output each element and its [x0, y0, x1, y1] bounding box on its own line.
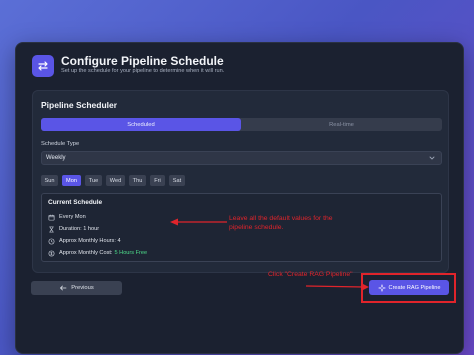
schedule-type-value: Weekly: [46, 155, 66, 161]
arrow-left-icon: [60, 285, 67, 291]
previous-button[interactable]: Previous: [31, 281, 122, 295]
schedule-mode-toggle: Scheduled Real-time: [41, 118, 442, 131]
schedule-type-select[interactable]: Weekly: [41, 151, 442, 165]
day-tue[interactable]: Tue: [85, 175, 102, 186]
create-button-highlight: [361, 273, 456, 303]
annotation-default-values: Leave all the default values for the pip…: [229, 215, 333, 231]
schedule-type-label: Schedule Type: [41, 141, 80, 147]
tab-real-time[interactable]: Real-time: [241, 118, 442, 131]
page-subtitle: Set up the schedule for your pipeline to…: [61, 68, 225, 74]
schedule-cost-row: Approx Monthly Cost: 5 Hours Free: [48, 249, 147, 257]
schedule-cost-value: 5 Hours Free: [114, 250, 148, 256]
hourglass-icon: [49, 226, 54, 232]
schedule-every-row: Every Mon: [48, 213, 86, 221]
pipeline-schedule-dialog: Configure Pipeline Schedule Set up the s…: [15, 42, 464, 354]
schedule-every: Every Mon: [59, 214, 86, 220]
page-title: Configure Pipeline Schedule: [61, 54, 224, 68]
schedule-duration: Duration: 1 hour: [59, 226, 100, 232]
dollar-icon: [48, 250, 55, 256]
chevron-down-icon: [429, 156, 435, 160]
calendar-icon: [48, 214, 55, 220]
schedule-duration-row: Duration: 1 hour: [48, 225, 99, 233]
current-schedule-title: Current Schedule: [48, 199, 103, 206]
schedule-cost-label: Approx Monthly Cost:: [59, 250, 113, 256]
clock-icon: [48, 238, 55, 244]
previous-label: Previous: [71, 285, 94, 291]
day-fri[interactable]: Fri: [150, 175, 165, 186]
schedule-hours-row: Approx Monthly Hours: 4: [48, 237, 121, 245]
schedule-hours: Approx Monthly Hours: 4: [59, 238, 121, 244]
pipeline-scheduler-card: Pipeline Scheduler Scheduled Real-time S…: [32, 90, 449, 273]
day-sun[interactable]: Sun: [41, 175, 58, 186]
tab-scheduled[interactable]: Scheduled: [41, 118, 241, 131]
day-mon[interactable]: Mon: [62, 175, 81, 186]
swap-arrows-icon: [32, 55, 54, 77]
day-wed[interactable]: Wed: [106, 175, 125, 186]
day-sat[interactable]: Sat: [169, 175, 185, 186]
scheduler-title: Pipeline Scheduler: [41, 100, 118, 110]
day-thu[interactable]: Thu: [129, 175, 146, 186]
annotation-click-create: Click "Create RAG Pipeline": [268, 271, 353, 278]
